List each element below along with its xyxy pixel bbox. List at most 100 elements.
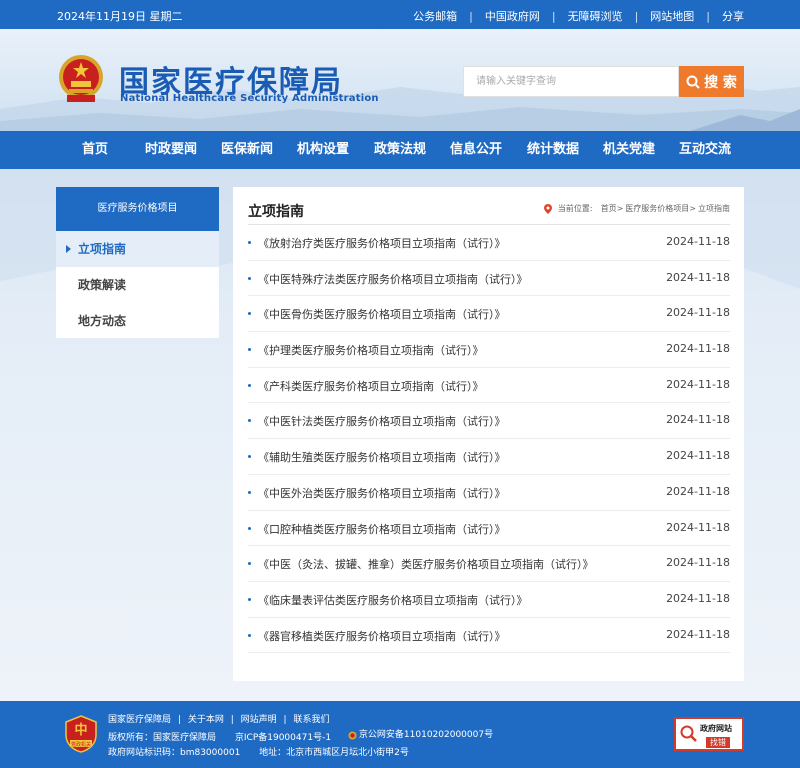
bullet-icon: [248, 526, 251, 530]
separator: |: [551, 9, 556, 23]
page-title: 立项指南: [248, 204, 304, 220]
sidebar-item-guide[interactable]: 立项指南: [56, 231, 219, 267]
nav-item-news[interactable]: 时政要闻: [133, 131, 209, 169]
list-item-title[interactable]: 《中医特殊疗法类医疗服务价格项目立项指南（试行）》: [258, 271, 528, 287]
bullet-icon: [248, 597, 251, 601]
search-button-label: 搜 索: [704, 74, 737, 91]
list-item-title[interactable]: 《中医外治类医疗服务价格项目立项指南（试行）》: [258, 485, 506, 501]
list-item[interactable]: 《中医（灸法、拔罐、推拿）类医疗服务价格项目立项指南（试行）》 2024-11-1…: [248, 546, 730, 582]
list-item-date: 2024-11-18: [666, 449, 730, 463]
nav-item-policy[interactable]: 政策法规: [362, 131, 438, 169]
list-item[interactable]: 《口腔种植类医疗服务价格项目立项指南（试行）》 2024-11-18: [248, 511, 730, 547]
copyright-text: 版权所有：国家医疗保障局: [108, 733, 217, 743]
sidebar-item-interpretation[interactable]: 政策解读: [56, 267, 219, 303]
bullet-icon: [248, 348, 251, 352]
list-item[interactable]: 《辅助生殖类医疗服务价格项目立项指南（试行）》 2024-11-18: [248, 439, 730, 475]
sidebar-item-label: 立项指南: [78, 242, 127, 256]
list-item-date: 2024-11-18: [666, 520, 730, 534]
list-item-title[interactable]: 《器官移植类医疗服务价格项目立项指南（试行）》: [258, 628, 506, 644]
footer-link-contact[interactable]: 联系我们: [293, 715, 329, 725]
list-item[interactable]: 《产科类医疗服务价格项目立项指南（试行）》 2024-11-18: [248, 368, 730, 404]
article-list: 《放射治疗类医疗服务价格项目立项指南（试行）》 2024-11-18 《中医特殊疗…: [248, 225, 730, 654]
site-code-text: 政府网站标识码：bm83000001: [108, 748, 241, 758]
top-link-share[interactable]: 分享: [722, 8, 744, 24]
list-item-title[interactable]: 《护理类医疗服务价格项目立项指南（试行）》: [258, 342, 484, 358]
list-item-title[interactable]: 《产科类医疗服务价格项目立项指南（试行）》: [258, 378, 484, 394]
report-error-badge[interactable]: 政府网站 找错: [674, 717, 744, 751]
list-item[interactable]: 《中医特殊疗法类医疗服务价格项目立项指南（试行）》 2024-11-18: [248, 261, 730, 297]
top-link-accessibility[interactable]: 无障碍浏览: [568, 8, 623, 24]
top-links: 公务邮箱 | 中国政府网 | 无障碍浏览 | 网站地图 | 分享: [413, 8, 744, 24]
list-item-title[interactable]: 《中医骨伤类医疗服务价格项目立项指南（试行）》: [258, 306, 506, 322]
list-item-date: 2024-11-18: [666, 306, 730, 320]
search-icon: [686, 75, 700, 89]
list-item[interactable]: 《中医骨伤类医疗服务价格项目立项指南（试行）》 2024-11-18: [248, 296, 730, 333]
nav-item-disclosure[interactable]: 信息公开: [438, 131, 514, 169]
separator: |: [230, 715, 234, 725]
separator: |: [706, 9, 710, 23]
footer-copyright-line: 版权所有：国家医疗保障局 京ICP备19000471号-1 京公网安备11010…: [108, 728, 493, 746]
list-item-title[interactable]: 《中医针法类医疗服务价格项目立项指南（试行）》: [258, 413, 506, 429]
list-item-title[interactable]: 《辅助生殖类医疗服务价格项目立项指南（试行）》: [258, 449, 506, 465]
badge-line2: 找错: [706, 737, 730, 748]
police-record[interactable]: 京公网安备11010202000007号: [348, 728, 493, 743]
nav-item-interaction[interactable]: 互动交流: [667, 131, 743, 169]
police-record-text: 京公网安备11010202000007号: [358, 730, 494, 740]
bullet-icon: [248, 490, 251, 494]
nav-item-insurance-news[interactable]: 医保新闻: [209, 131, 285, 169]
separator: |: [634, 9, 639, 23]
nav-item-statistics[interactable]: 统计数据: [515, 131, 591, 169]
nav-item-organization[interactable]: 机构设置: [285, 131, 361, 169]
sidebar-heading: 医疗服务价格项目: [56, 187, 219, 231]
footer-link-statement[interactable]: 网站声明: [241, 715, 277, 725]
location-pin-icon: [543, 203, 552, 214]
top-link-sitemap[interactable]: 网站地图: [650, 8, 694, 24]
nav-item-home[interactable]: 首页: [57, 131, 133, 169]
separator: |: [283, 715, 287, 725]
footer-link-about[interactable]: 关于本网: [188, 715, 224, 725]
list-item-title[interactable]: 《口腔种植类医疗服务价格项目立项指南（试行）》: [258, 521, 506, 537]
list-item[interactable]: 《临床量表评估类医疗服务价格项目立项指南（试行）》 2024-11-18: [248, 582, 730, 618]
sidebar-menu: 立项指南 政策解读 地方动态: [56, 231, 219, 338]
list-item-title[interactable]: 《临床量表评估类医疗服务价格项目立项指南（试行）》: [258, 592, 528, 608]
svg-text:中: 中: [74, 722, 87, 738]
search-button[interactable]: 搜 索: [679, 66, 744, 97]
search-input[interactable]: 请输入关键字查询: [463, 66, 679, 97]
bullet-icon: [248, 562, 251, 566]
list-item-date: 2024-11-18: [666, 342, 730, 356]
breadcrumb-prefix: 当前位置:: [557, 204, 593, 213]
nav-item-party[interactable]: 机关党建: [591, 131, 667, 169]
bullet-icon: [248, 312, 251, 316]
icp-link[interactable]: 京ICP备19000471号-1: [235, 733, 331, 743]
breadcrumb: 当前位置: 首页> 医疗服务价格项目> 立项指南: [543, 203, 730, 214]
list-item[interactable]: 《中医针法类医疗服务价格项目立项指南（试行）》 2024-11-18: [248, 403, 730, 440]
site-header: 国家医疗保障局 National Healthcare Security Adm…: [0, 29, 800, 131]
list-item-title[interactable]: 《中医（灸法、拔罐、推拿）类医疗服务价格项目立项指南（试行）》: [258, 556, 594, 572]
list-item[interactable]: 《放射治疗类医疗服务价格项目立项指南（试行）》 2024-11-18: [248, 225, 730, 261]
separator: |: [177, 715, 181, 725]
address-text: 地址：北京市西城区月坛北小街甲2号: [259, 748, 409, 758]
breadcrumb-home[interactable]: 首页>: [601, 203, 624, 214]
list-item-date: 2024-11-18: [666, 235, 730, 248]
sidebar-item-local-news[interactable]: 地方动态: [56, 303, 219, 339]
bullet-icon: [248, 455, 251, 459]
list-item-title[interactable]: 《放射治疗类医疗服务价格项目立项指南（试行）》: [258, 235, 506, 251]
top-link-mail[interactable]: 公务邮箱: [413, 8, 457, 24]
footer-links: 国家医疗保障局 | 关于本网 | 网站声明 | 联系我们: [108, 713, 493, 728]
top-link-gov[interactable]: 中国政府网: [485, 8, 540, 24]
police-badge-icon: [348, 731, 357, 740]
list-item[interactable]: 《中医外治类医疗服务价格项目立项指南（试行）》 2024-11-18: [248, 475, 730, 511]
list-item-date: 2024-11-18: [666, 556, 730, 570]
bullet-icon: [248, 276, 251, 280]
site-logo-en: National Healthcare Security Administrat…: [120, 93, 379, 104]
sidebar-item-label: 政策解读: [78, 278, 127, 292]
footer-link-home[interactable]: 国家医疗保障局: [108, 715, 171, 725]
breadcrumb-current[interactable]: 立项指南: [698, 203, 730, 214]
party-government-badge-icon[interactable]: 中 党政机关: [64, 715, 98, 753]
breadcrumb-section[interactable]: 医疗服务价格项目>: [625, 203, 696, 214]
list-item[interactable]: 《器官移植类医疗服务价格项目立项指南（试行）》 2024-11-18: [248, 618, 730, 654]
triangle-right-icon: [66, 245, 71, 253]
bullet-icon: [248, 419, 251, 423]
footer-info: 国家医疗保障局 | 关于本网 | 网站声明 | 联系我们 版权所有：国家医疗保障…: [108, 713, 493, 761]
list-item[interactable]: 《护理类医疗服务价格项目立项指南（试行）》 2024-11-18: [248, 332, 730, 368]
